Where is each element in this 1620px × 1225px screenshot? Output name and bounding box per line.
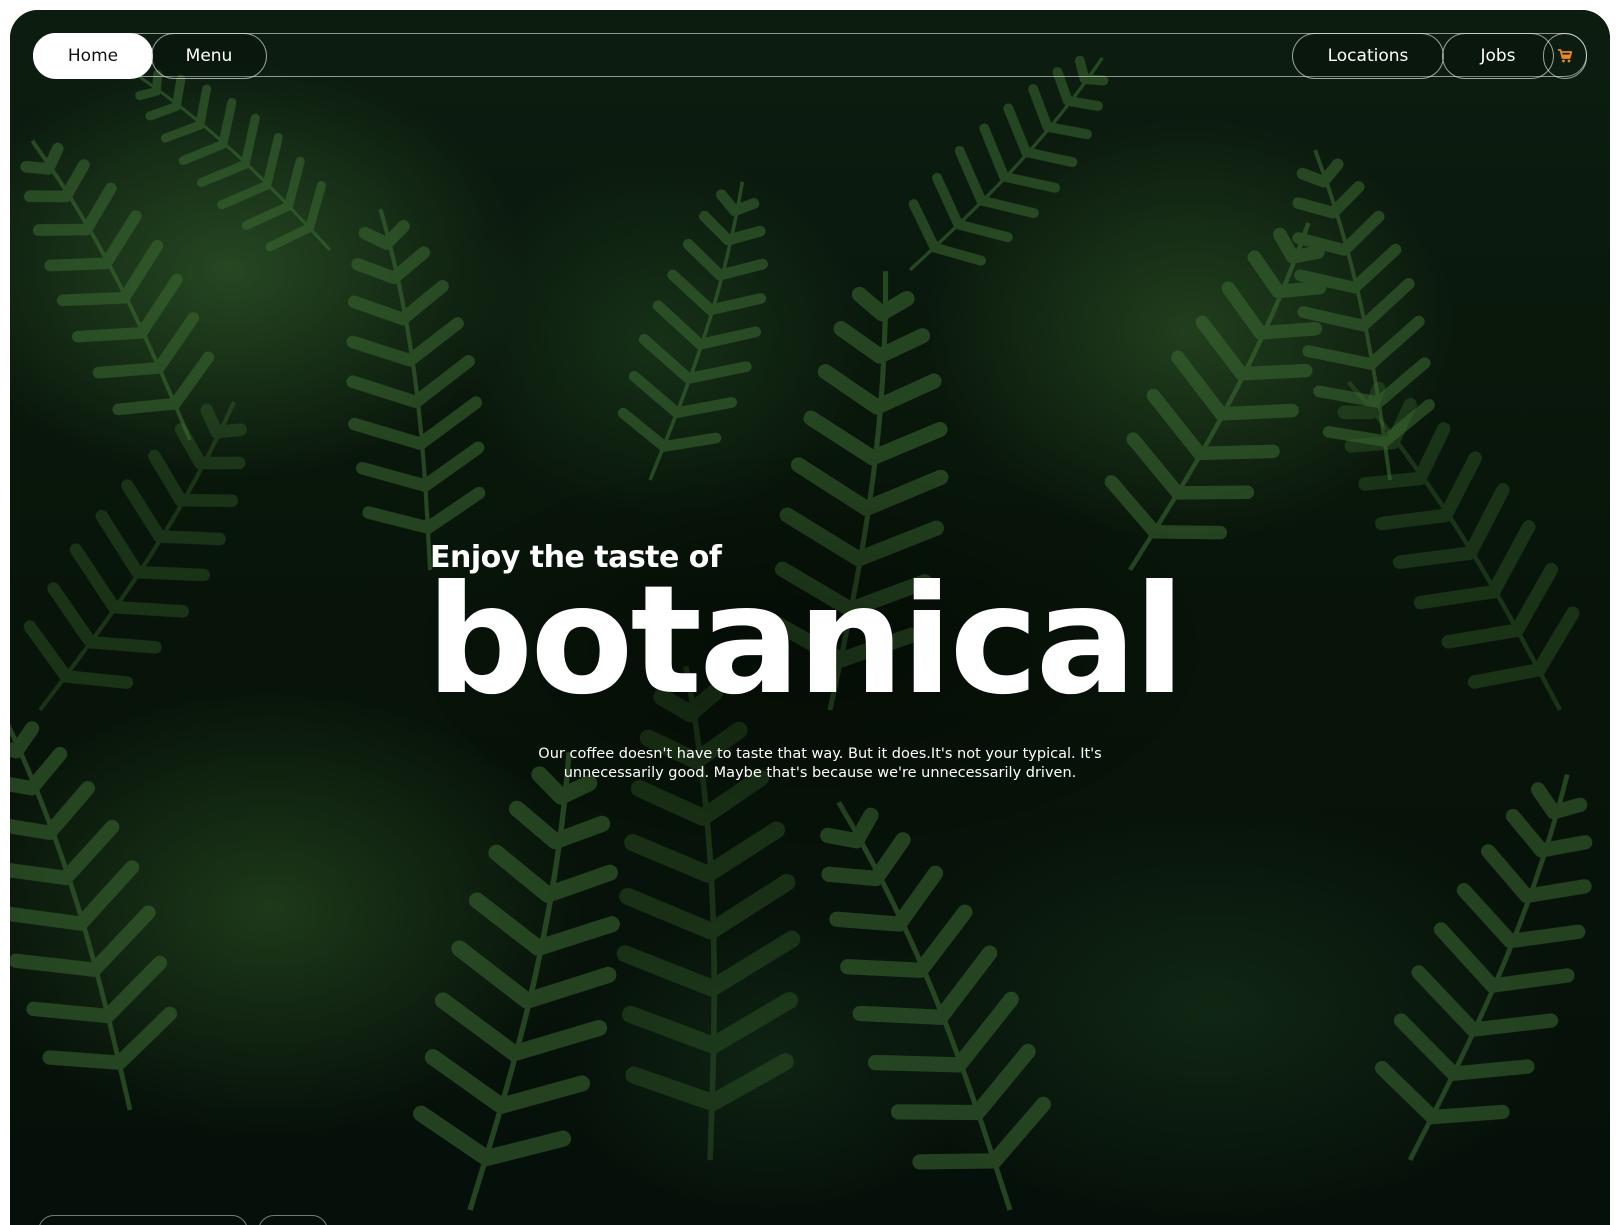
bottom-pill-partial[interactable]	[38, 1215, 248, 1225]
hero-title: botanical	[426, 554, 1185, 728]
hero-description: Our coffee doesn't have to taste that wa…	[538, 746, 1102, 781]
nav-menu-button[interactable]: Menu	[151, 33, 267, 79]
page-frame: Home Menu Locations Jobs Enjoy the taste…	[10, 10, 1610, 1225]
nav-home-button[interactable]: Home	[33, 33, 153, 79]
nav-jobs-button[interactable]: Jobs	[1442, 33, 1554, 79]
cart-button[interactable]	[1543, 33, 1587, 79]
bottom-pill-partial-small[interactable]	[258, 1215, 328, 1225]
shopping-cart-icon	[1558, 49, 1573, 63]
top-navigation: Home Menu Locations Jobs	[33, 33, 1587, 79]
nav-locations-button[interactable]: Locations	[1292, 33, 1444, 79]
